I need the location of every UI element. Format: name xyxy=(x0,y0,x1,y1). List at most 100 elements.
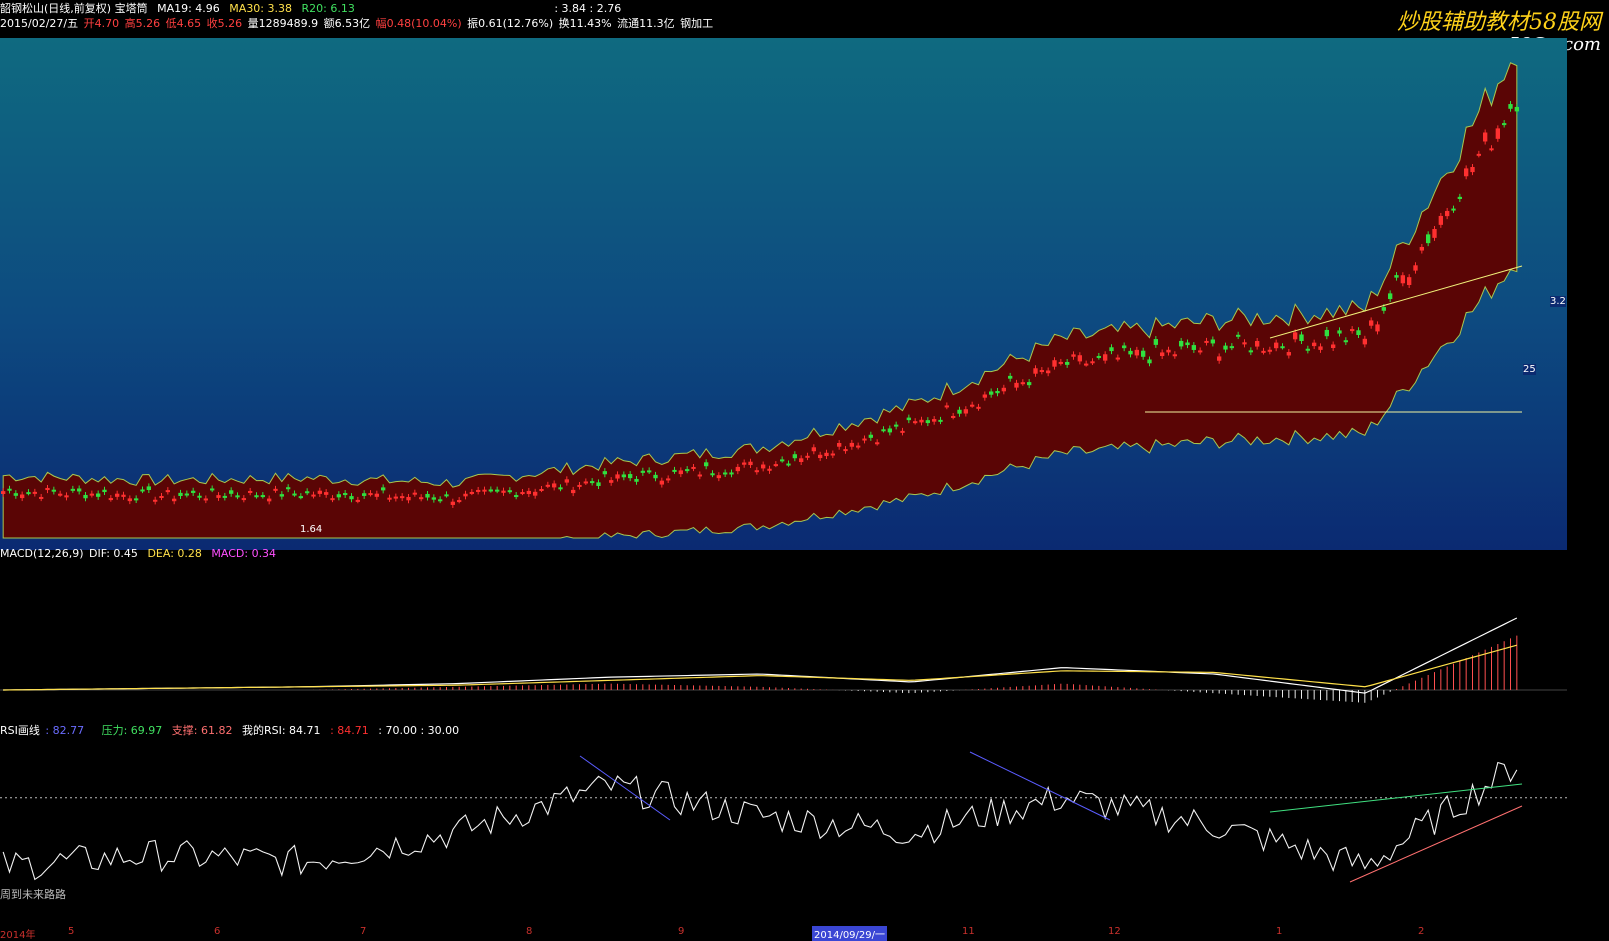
candle-body xyxy=(121,494,126,497)
candle-body xyxy=(235,495,240,498)
candle-body xyxy=(843,449,848,452)
candle-body xyxy=(634,478,639,482)
candle-body xyxy=(248,490,253,493)
candle-body xyxy=(1407,277,1412,285)
rsi-support-line xyxy=(1349,805,1523,883)
macd-dif: DIF: 0.45 xyxy=(89,547,138,560)
candle-body xyxy=(77,488,82,492)
quote-low: 低4.65 xyxy=(165,17,202,30)
candle-body xyxy=(685,469,690,472)
candle-body xyxy=(32,491,37,494)
candle-body xyxy=(1020,382,1025,385)
candle-body xyxy=(108,498,113,501)
candle-body xyxy=(621,474,626,478)
candle-body xyxy=(463,493,468,497)
candle-body xyxy=(1134,349,1139,356)
candle-body xyxy=(1065,361,1070,365)
candle-body xyxy=(780,459,785,462)
candle-body xyxy=(868,434,873,438)
ma19-value: MA19: 4.96 xyxy=(157,2,220,15)
candle-body xyxy=(995,390,1000,394)
candle-body xyxy=(254,495,259,498)
candle-body xyxy=(1400,275,1405,284)
candle-body xyxy=(1052,360,1057,367)
candle-body xyxy=(1039,370,1044,373)
candle-body xyxy=(963,409,968,414)
rsi-levels: : 70.00 : 30.00 xyxy=(378,724,460,737)
candle-body xyxy=(1362,338,1367,345)
x-tick-selected: 2014/09/29/一 xyxy=(812,926,888,941)
watermark-title: 炒股辅助教材58股网 xyxy=(1397,10,1601,35)
quote-amount: 额6.53亿 xyxy=(323,17,371,30)
candle-body xyxy=(609,480,614,483)
candle-body xyxy=(520,492,525,495)
candle-body xyxy=(165,490,170,493)
candle-body xyxy=(602,471,607,475)
tower-band xyxy=(2,62,1518,539)
candle-body xyxy=(1267,349,1272,352)
rsi-trendline xyxy=(969,751,1111,821)
candle-body xyxy=(811,447,816,452)
candle-body xyxy=(938,419,943,422)
candle-body xyxy=(545,484,550,487)
candle-body xyxy=(989,391,994,395)
candle-body xyxy=(406,496,411,501)
candle-body xyxy=(1495,128,1500,139)
candle-body xyxy=(260,495,265,498)
candle-body xyxy=(1381,307,1386,311)
rsi-header: RSI画线 : 82.77 压力: 69.97 支撑: 61.82 我的RSI:… xyxy=(0,724,465,738)
candle-body xyxy=(203,498,208,501)
macd-header: MACD(12,26,9) DIF: 0.45 DEA: 0.28 MACD: … xyxy=(0,547,282,561)
candle-body xyxy=(1312,342,1317,347)
x-tick: 9 xyxy=(678,926,685,937)
x-tick: 2014年 xyxy=(0,930,36,941)
candle-body xyxy=(1229,346,1234,349)
candle-body xyxy=(1033,368,1038,374)
candle-body xyxy=(887,428,892,433)
candle-body xyxy=(374,493,379,497)
candle-body xyxy=(1122,345,1127,349)
candle-body xyxy=(343,493,348,496)
candle-body xyxy=(742,462,747,465)
candle-body xyxy=(419,497,424,500)
price-chart-panel[interactable]: 1.64 25 3.2 xyxy=(0,38,1567,550)
candle-body xyxy=(305,491,310,494)
candle-body xyxy=(1185,342,1190,346)
candle-body xyxy=(1305,348,1310,351)
rsi-panel[interactable]: 周到未来路路 xyxy=(0,742,1567,926)
candle-body xyxy=(184,493,189,496)
candle-body xyxy=(932,419,937,422)
candle-body xyxy=(172,498,177,502)
candle-body xyxy=(849,442,854,447)
candle-body xyxy=(1115,357,1120,360)
candle-body xyxy=(1109,347,1114,352)
rsi-trendline xyxy=(579,755,671,821)
quote-date: 2015/02/27/五 xyxy=(0,17,79,30)
candle-body xyxy=(355,499,360,502)
candle-body xyxy=(1153,339,1158,345)
quote-volume: 量1289489.9 xyxy=(247,17,319,30)
candle-body xyxy=(70,488,75,491)
candle-body xyxy=(1514,106,1519,112)
candle-body xyxy=(919,419,924,423)
quote-header: 2015/02/27/五 开4.70 高5.26 低4.65 收5.26 量12… xyxy=(0,17,719,31)
x-tick: 2 xyxy=(1418,926,1425,937)
candle-body xyxy=(45,487,50,491)
candle-body xyxy=(102,489,107,493)
candle-body xyxy=(1179,340,1184,347)
stock-title: 韶钢松山(日线,前复权) 宝塔筒 xyxy=(0,2,148,15)
extra-values: : 3.84 : 2.76 xyxy=(554,2,622,15)
quote-change: 幅0.48(10.04%) xyxy=(375,17,462,30)
macd-chart xyxy=(0,617,1567,703)
quote-amplitude: 振0.61(12.76%) xyxy=(467,17,554,30)
candle-body xyxy=(1419,246,1424,251)
candle-body xyxy=(1071,354,1076,357)
candle-body xyxy=(298,496,303,499)
candle-body xyxy=(862,438,867,441)
macd-panel[interactable] xyxy=(0,560,1567,736)
candle-body xyxy=(1451,208,1456,211)
candle-body xyxy=(39,496,44,499)
candle-body xyxy=(596,482,601,486)
candle-body xyxy=(146,486,151,491)
candle-body xyxy=(476,489,481,492)
